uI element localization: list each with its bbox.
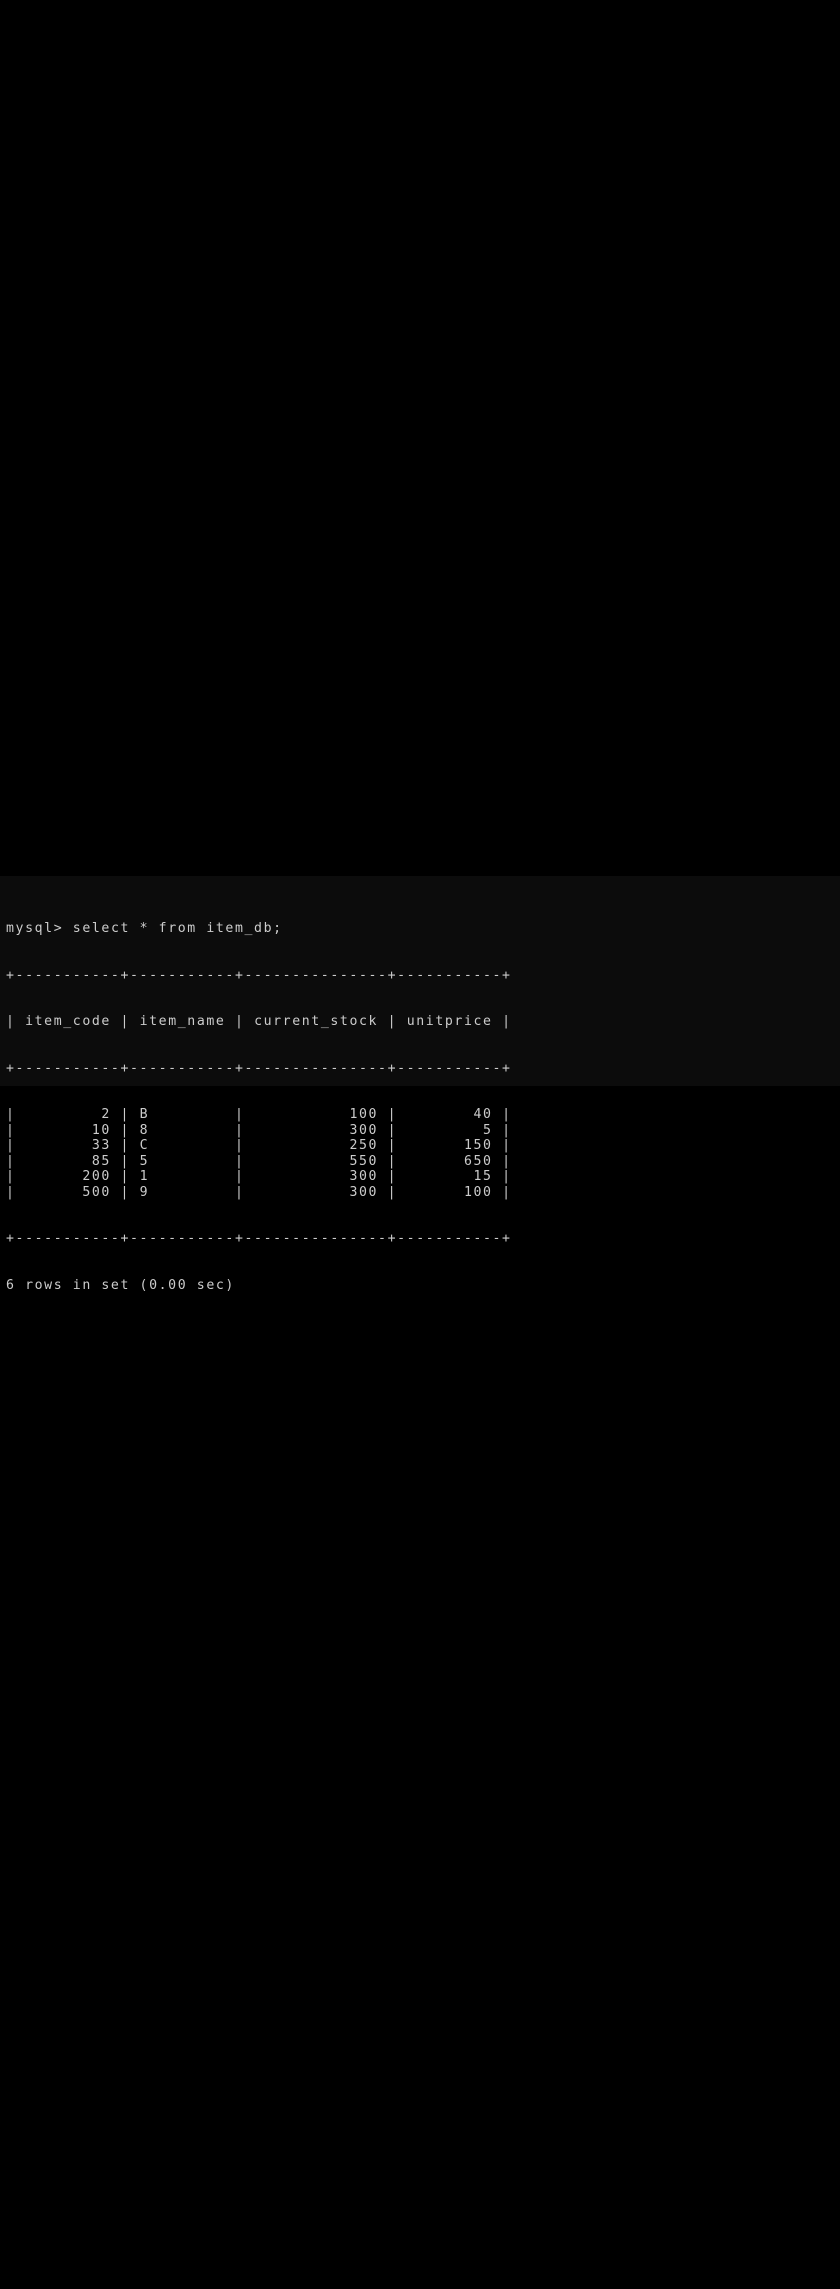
table-border-header: +-----------+-----------+---------------…: [6, 1060, 512, 1076]
cell-item-name: C: [139, 1138, 226, 1153]
cell-item-name: 5: [139, 1153, 226, 1169]
terminal-window[interactable]: mysql> select * from item_db; +---------…: [0, 876, 840, 1293]
cell-item-name: 1: [139, 1169, 226, 1184]
column-header-item-code: item_code: [25, 1014, 111, 1029]
cell-item-code: 500: [25, 1184, 111, 1200]
cell-current-stock: 300: [254, 1122, 379, 1138]
table-border-bottom: +-----------+-----------+---------------…: [6, 1231, 512, 1246]
cell-item-name: B: [139, 1107, 226, 1122]
cell-item-code: 200: [25, 1169, 111, 1184]
table-row: | 2 | B | 100 | 40 |: [6, 1107, 512, 1122]
table-row: | 85 | 5 | 550 | 650 |: [6, 1153, 512, 1169]
cell-current-stock: 100: [254, 1107, 379, 1122]
cell-unitprice: 5: [406, 1122, 493, 1138]
cell-item-code: 85: [25, 1153, 111, 1169]
column-header-item-name: item_name: [139, 1014, 226, 1029]
command-text: select * from item_db;: [72, 921, 283, 936]
table-row: | 500 | 9 | 300 | 100 |: [6, 1184, 512, 1200]
cell-item-code: 10: [25, 1122, 111, 1138]
column-header-current-stock: current_stock: [254, 1014, 379, 1029]
table-body: | 2 | B | 100 | 40 | | 10 | 8 | 300 | 5 |…: [6, 1107, 512, 1200]
cell-item-name: 8: [139, 1122, 226, 1138]
cell-unitprice: 100: [406, 1184, 493, 1200]
table-header-row: | item_code | item_name | current_stock …: [6, 1014, 512, 1029]
cell-current-stock: 300: [254, 1184, 379, 1200]
cell-unitprice: 40: [406, 1107, 493, 1122]
prompt: mysql>: [6, 921, 64, 936]
table-border-top: +-----------+-----------+---------------…: [6, 967, 512, 983]
result-summary: 6 rows in set (0.00 sec): [6, 1277, 235, 1293]
command-line: mysql> select * from item_db;: [6, 921, 512, 937]
table-row: | 33 | C | 250 | 150 |: [6, 1138, 512, 1153]
column-header-unitprice: unitprice: [406, 1014, 493, 1029]
cell-current-stock: 300: [254, 1169, 379, 1184]
cell-item-name: 9: [139, 1184, 226, 1200]
table-row: | 10 | 8 | 300 | 5 |: [6, 1122, 512, 1138]
cell-current-stock: 250: [254, 1138, 379, 1153]
cell-item-code: 2: [25, 1107, 111, 1122]
cell-unitprice: 650: [406, 1153, 493, 1169]
cell-unitprice: 15: [406, 1169, 493, 1184]
table-row: | 200 | 1 | 300 | 15 |: [6, 1169, 512, 1184]
cell-current-stock: 550: [254, 1153, 379, 1169]
terminal-output: mysql> select * from item_db; +---------…: [6, 890, 512, 1324]
cell-unitprice: 150: [406, 1138, 493, 1153]
cell-item-code: 33: [25, 1138, 111, 1153]
